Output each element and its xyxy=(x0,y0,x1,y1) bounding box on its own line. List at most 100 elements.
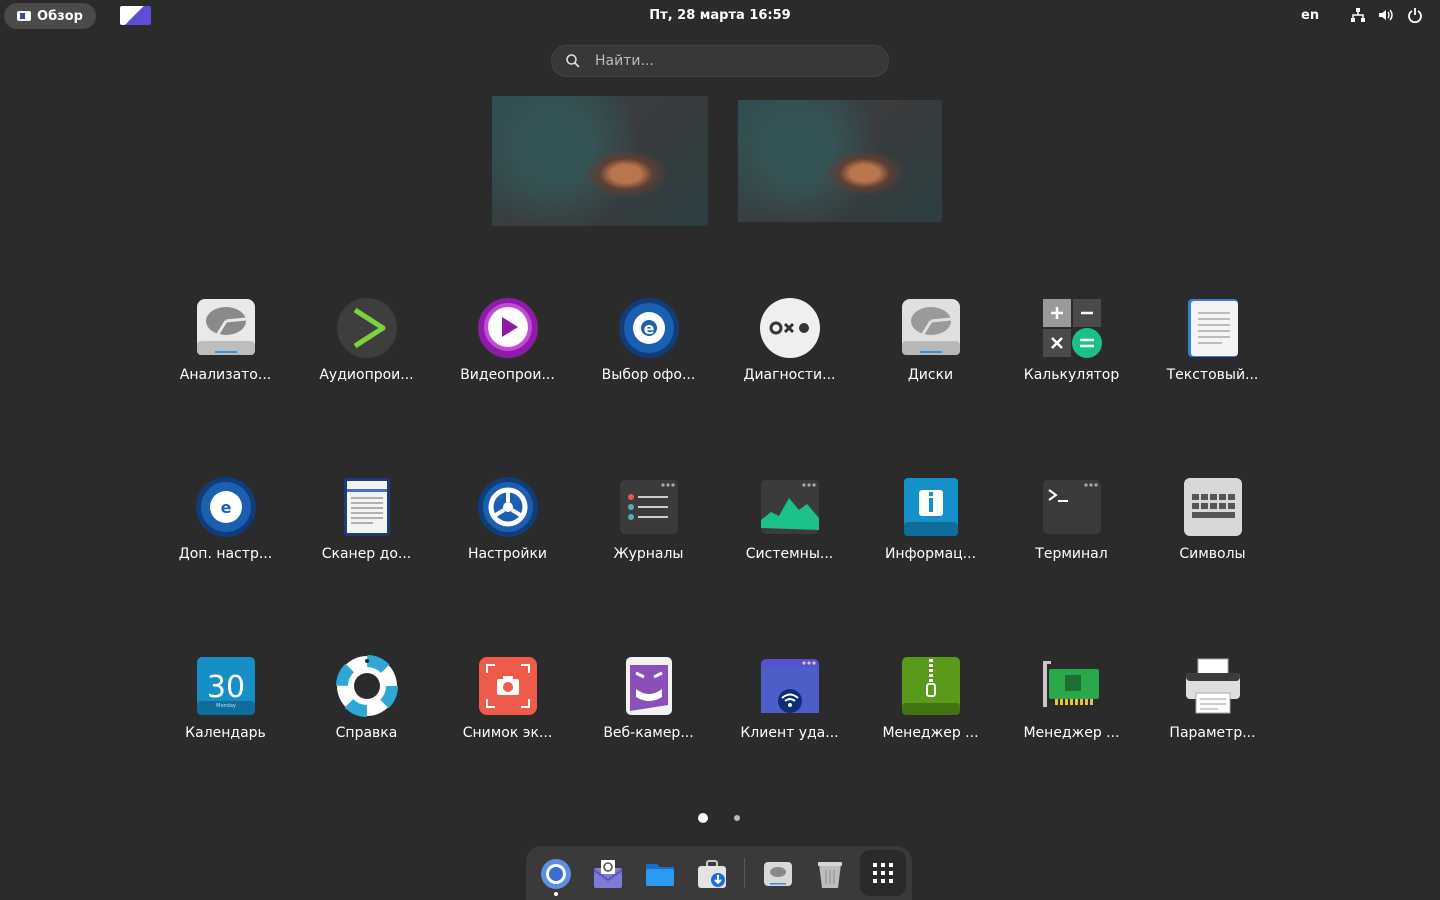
archive-manager-icon xyxy=(900,655,962,717)
disk-image-icon[interactable] xyxy=(762,858,794,890)
logs-icon xyxy=(618,476,680,538)
search-icon xyxy=(565,53,581,69)
chromium-browser-icon[interactable] xyxy=(540,858,572,890)
terminal-icon xyxy=(1041,476,1103,538)
power-icon[interactable] xyxy=(1406,6,1424,24)
diagnostics-icon xyxy=(759,297,821,359)
app-label: Текстовый... xyxy=(1166,367,1259,383)
app-label: Журналы xyxy=(613,546,684,562)
settings-icon xyxy=(477,476,539,538)
app-label: Снимок эк... xyxy=(462,725,553,741)
app-archive-manager[interactable]: Менеджер ... xyxy=(860,655,1001,741)
page-indicator-2[interactable] xyxy=(734,815,740,821)
app-label: Калькулятор xyxy=(1023,367,1120,383)
app-remote-desktop[interactable]: Клиент уда... xyxy=(719,655,860,741)
disks-icon xyxy=(900,297,962,359)
app-calendar[interactable]: 30 Monday Календарь xyxy=(155,655,296,741)
app-label: Диски xyxy=(907,367,954,383)
app-document-scanner[interactable]: Сканер до... xyxy=(296,476,437,562)
calculator-icon xyxy=(1041,297,1103,359)
info-icon xyxy=(900,476,962,538)
app-label: Настройки xyxy=(467,546,548,562)
app-grid-icon xyxy=(873,863,893,883)
text-editor-icon xyxy=(1182,297,1244,359)
app-text-editor[interactable]: Текстовый... xyxy=(1142,297,1283,383)
help-icon xyxy=(335,655,398,717)
app-disk-usage[interactable]: Анализато... xyxy=(155,297,296,383)
svg-text:30: 30 xyxy=(206,670,244,705)
svg-text:e: e xyxy=(643,319,654,338)
app-label: Веб-камер... xyxy=(603,725,694,741)
webcam-icon xyxy=(618,655,680,717)
theme-chooser-icon: e xyxy=(618,297,680,359)
app-label: Видеопрои... xyxy=(460,367,555,383)
software-store-icon[interactable] xyxy=(696,858,728,890)
app-label: Доп. настр... xyxy=(178,546,273,562)
app-theme-chooser[interactable]: e Выбор офо... xyxy=(578,297,719,383)
running-indicator xyxy=(554,892,558,896)
device-manager-icon xyxy=(1041,655,1103,717)
app-video-player[interactable]: Видеопрои... xyxy=(437,297,578,383)
search-bar[interactable] xyxy=(551,45,889,77)
svg-text:e: e xyxy=(220,498,231,517)
app-characters[interactable]: Символы xyxy=(1142,476,1283,562)
video-player-icon xyxy=(477,297,539,359)
app-disks[interactable]: Диски xyxy=(860,297,1001,383)
app-label: Системны... xyxy=(745,546,834,562)
app-help[interactable]: Справка xyxy=(296,655,437,741)
app-calculator[interactable]: Калькулятор xyxy=(1001,297,1142,383)
app-audio-player[interactable]: Аудиопрои... xyxy=(296,297,437,383)
mail-client-icon[interactable] xyxy=(592,858,624,890)
show-apps-button[interactable] xyxy=(860,850,906,896)
workspace-thumbnail-2[interactable] xyxy=(738,100,942,222)
app-label: Информац... xyxy=(884,546,977,562)
app-diagnostics[interactable]: Диагности... xyxy=(719,297,860,383)
network-icon[interactable] xyxy=(1349,6,1367,24)
app-label: Диагности... xyxy=(743,367,836,383)
clock[interactable]: Пт, 28 марта 16:59 xyxy=(0,8,1440,23)
app-screenshot[interactable]: Снимок эк... xyxy=(437,655,578,741)
app-label: Сканер до... xyxy=(321,546,412,562)
search-input[interactable] xyxy=(593,52,857,70)
document-scanner-icon xyxy=(336,476,398,538)
page-indicator-1[interactable] xyxy=(698,813,708,823)
system-monitor-icon xyxy=(759,476,821,538)
tweaks-icon: e xyxy=(195,476,257,538)
workspace-thumbnail-1[interactable] xyxy=(492,96,708,226)
app-label: Выбор офо... xyxy=(601,367,696,383)
app-system-monitor[interactable]: Системны... xyxy=(719,476,860,562)
app-system-info[interactable]: Информац... xyxy=(860,476,1001,562)
svg-text:Monday: Monday xyxy=(216,703,236,709)
top-bar: Обзор Пт, 28 марта 16:59 en xyxy=(0,0,1440,32)
app-label: Календарь xyxy=(185,725,266,741)
app-device-manager[interactable]: Менеджер ... xyxy=(1001,655,1142,741)
screenshot-icon xyxy=(477,655,539,717)
files-icon[interactable] xyxy=(644,858,676,890)
calendar-icon: 30 Monday xyxy=(195,655,257,717)
app-tweaks[interactable]: e Доп. настр... xyxy=(155,476,296,562)
trash-icon[interactable] xyxy=(814,858,846,890)
app-label: Анализато... xyxy=(179,367,272,383)
app-label: Символы xyxy=(1179,546,1246,562)
printer-settings-icon xyxy=(1182,655,1244,717)
app-label: Справка xyxy=(335,725,398,741)
app-label: Аудиопрои... xyxy=(319,367,414,383)
app-logs[interactable]: Журналы xyxy=(578,476,719,562)
dock xyxy=(526,846,912,900)
app-webcam[interactable]: Веб-камер... xyxy=(578,655,719,741)
disk-usage-icon xyxy=(195,297,257,359)
app-label: Менеджер ... xyxy=(1023,725,1120,741)
app-label: Терминал xyxy=(1035,546,1108,562)
app-printer-settings[interactable]: Параметр... xyxy=(1142,655,1283,741)
app-label: Клиент уда... xyxy=(740,725,839,741)
remote-desktop-icon xyxy=(759,655,821,717)
keyboard-layout-indicator[interactable]: en xyxy=(1301,8,1319,23)
characters-icon xyxy=(1182,476,1244,538)
audio-player-icon xyxy=(336,297,398,359)
app-label: Параметр... xyxy=(1169,725,1256,741)
dock-separator xyxy=(744,858,745,888)
app-settings[interactable]: Настройки xyxy=(437,476,578,562)
app-label: Менеджер ... xyxy=(882,725,979,741)
volume-icon[interactable] xyxy=(1377,6,1395,24)
app-terminal[interactable]: Терминал xyxy=(1001,476,1142,562)
